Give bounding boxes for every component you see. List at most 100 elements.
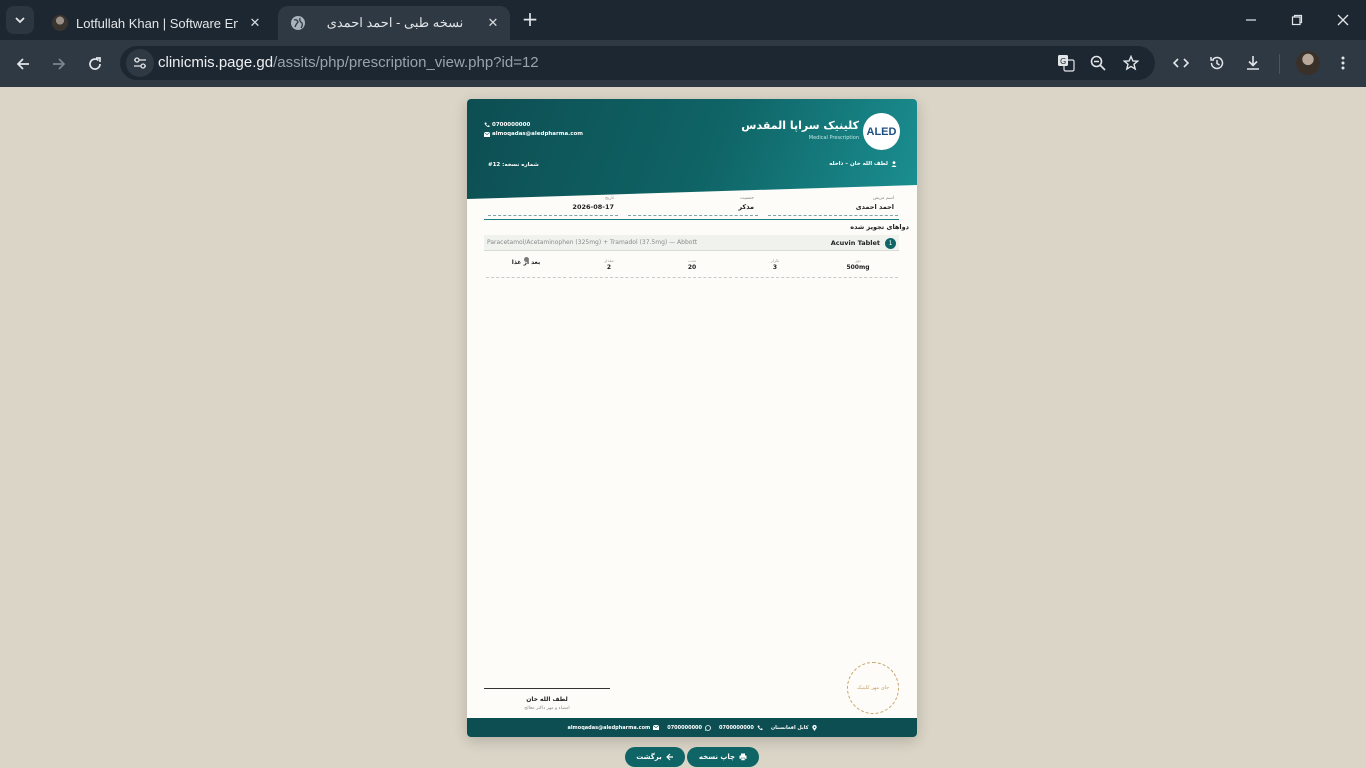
- phone-icon: [757, 725, 763, 730]
- medication-instruction: بعد از غذا: [486, 257, 566, 278]
- site-info-button[interactable]: [126, 49, 154, 77]
- medication-number: 1: [885, 238, 896, 249]
- close-tab-icon[interactable]: ✕: [246, 14, 264, 32]
- downloads-button[interactable]: [1242, 52, 1264, 74]
- tab-title: نسخه طبی - احمد احمدی: [326, 15, 464, 30]
- user-icon: [891, 161, 897, 167]
- forward-button[interactable]: [45, 50, 73, 78]
- footer-phone2-text: 0700000000: [667, 724, 703, 731]
- clinic-stamp: جای مهر کلینیک: [847, 662, 899, 714]
- signature-line: [484, 688, 610, 689]
- medication-frequency: تکرار 3: [735, 258, 815, 278]
- frequency-label: تکرار: [770, 258, 780, 263]
- phone-icon: [484, 122, 490, 128]
- chevron-down-icon: [15, 17, 25, 24]
- patient-name-label: اسم مریض: [872, 196, 894, 201]
- medication-row: 1 Acuvin Tablet Paracetamol/Acetaminophe…: [484, 235, 899, 251]
- prescription-sheet: ALED کلینیک سراپا المقدس Medical Prescri…: [467, 99, 917, 737]
- quantity-value: 2: [606, 264, 612, 271]
- history-icon: [1210, 56, 1224, 70]
- more-vertical-icon: [1341, 56, 1345, 70]
- footer-email-text: almoqadas@aledpharma.com: [567, 724, 651, 731]
- back-link-button[interactable]: برگشت: [625, 747, 685, 767]
- location-pin-icon: [811, 724, 817, 731]
- svg-text:G: G: [1060, 57, 1066, 66]
- date-label: تاریخ: [605, 196, 614, 201]
- medication-duration: مدت 20: [652, 258, 732, 278]
- tab-prescription[interactable]: نسخه طبی - احمد احمدی ✕: [278, 6, 510, 40]
- menu-button[interactable]: [1332, 52, 1354, 74]
- gender-value: مذکر: [738, 203, 754, 211]
- patient-name-field: اسم مریض احمد احمدی: [768, 196, 898, 216]
- footer-location-text: کابل افغانستان: [770, 724, 809, 731]
- download-icon: [1247, 56, 1259, 70]
- gender-label: جنسیت: [740, 196, 754, 201]
- history-button[interactable]: [1206, 52, 1228, 74]
- zoom-button[interactable]: [1087, 52, 1109, 74]
- tab-title: Lotfullah Khan | Software Engine: [76, 15, 238, 31]
- stamp-text: جای مهر کلینیک: [856, 685, 890, 691]
- print-label: چاپ نسخه: [698, 753, 736, 761]
- minimize-icon: [1246, 19, 1256, 21]
- prescription-footer: almoqadas@aledpharma.com 0700000000 0700…: [467, 718, 917, 737]
- minimize-button[interactable]: [1228, 0, 1274, 40]
- prescription-header: ALED کلینیک سراپا المقدس Medical Prescri…: [467, 99, 917, 199]
- footer-phone1-text: 0700000000: [719, 724, 754, 731]
- star-icon: [1123, 55, 1139, 71]
- footer-phone: 0700000000: [719, 725, 763, 731]
- globe-icon: [291, 16, 305, 30]
- tab-search-button[interactable]: [6, 6, 34, 34]
- toolbar-separator: [1279, 54, 1280, 74]
- footer-email: almoqadas@aledpharma.com: [567, 724, 660, 731]
- footer-whatsapp: 0700000000: [667, 725, 711, 731]
- devtools-button[interactable]: [1170, 52, 1192, 74]
- back-button[interactable]: [9, 50, 37, 78]
- arrow-right-icon: [53, 58, 66, 70]
- signature-caption: امضاء و مهر داکتر معالج: [524, 706, 570, 711]
- browser-toolbar: clinicmis.page.gd/assits/php/prescriptio…: [0, 40, 1366, 87]
- print-button[interactable]: چاپ نسخه: [687, 747, 759, 767]
- back-label: برگشت: [636, 753, 662, 761]
- patient-name-value: احمد احمدی: [855, 203, 894, 211]
- restore-button[interactable]: [1274, 0, 1320, 40]
- doctor-name: لطف الله خان – داخله: [829, 161, 888, 167]
- arrow-left-icon: [665, 753, 673, 761]
- envelope-icon: [653, 725, 660, 730]
- medication-dose: دوز 500mg: [818, 258, 898, 278]
- bookmark-button[interactable]: [1120, 52, 1142, 74]
- date-value: 2026-08-17: [572, 203, 614, 211]
- prescription-number: شماره نسخه: 12#: [488, 162, 539, 168]
- signature-name: لطف الله خان: [526, 696, 568, 703]
- header-phone: 0700000000: [484, 122, 530, 128]
- close-window-button[interactable]: [1320, 0, 1366, 40]
- restore-icon: [1291, 14, 1303, 26]
- profile-avatar[interactable]: [1296, 51, 1320, 75]
- medication-quantity: مقدار 2: [569, 258, 649, 278]
- profile-favicon-icon: [52, 15, 68, 31]
- date-field: تاریخ 2026-08-17: [488, 196, 618, 216]
- url-host: clinicmis.page.gd: [158, 54, 274, 71]
- doctor-info: لطف الله خان – داخله: [829, 161, 897, 167]
- reload-button[interactable]: [81, 50, 109, 78]
- divider: [484, 219, 899, 220]
- duration-value: 20: [687, 264, 697, 271]
- gender-field: جنسیت مذکر: [628, 196, 758, 216]
- header-email: almoqadas@aledpharma.com: [484, 131, 583, 137]
- dose-label: دوز: [855, 258, 861, 263]
- whatsapp-icon: [705, 724, 711, 731]
- translate-button[interactable]: G: [1055, 52, 1077, 74]
- medication-generic: Paracetamol/Acetaminophen (325mg) + Tram…: [487, 239, 698, 246]
- clinic-subtitle: Medical Prescription: [808, 135, 859, 141]
- address-bar[interactable]: clinicmis.page.gd/assits/php/prescriptio…: [120, 46, 1155, 80]
- new-tab-button[interactable]: +: [518, 8, 542, 32]
- frequency-value: 3: [772, 264, 778, 271]
- arrow-left-icon: [16, 58, 29, 70]
- dose-value: 500mg: [846, 264, 870, 271]
- url-text[interactable]: clinicmis.page.gd/assits/php/prescriptio…: [158, 54, 539, 71]
- close-tab-icon[interactable]: ✕: [484, 14, 502, 32]
- quantity-label: مقدار: [604, 258, 614, 263]
- timing-dot-icon: [524, 257, 529, 262]
- tab-portfolio[interactable]: Lotfullah Khan | Software Engine ✕: [40, 6, 272, 40]
- translate-icon: G: [1058, 55, 1075, 72]
- url-path: /assits/php/prescription_view.php?id=12: [273, 54, 539, 71]
